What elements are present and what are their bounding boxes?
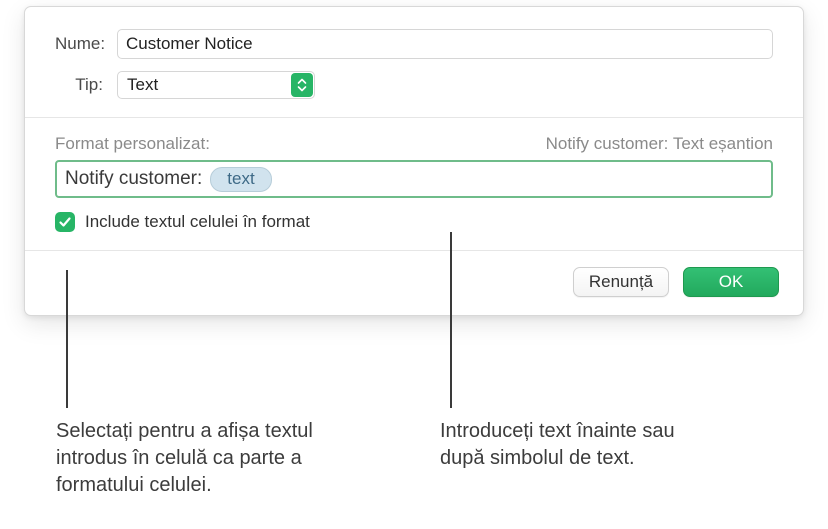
include-cell-text-checkbox[interactable] [55,212,75,232]
type-row: Tip: Text [25,65,803,118]
dialog-buttons: Renunță OK [25,251,803,315]
name-row: Nume: [25,7,803,65]
custom-format-dialog: Nume: Tip: Text Format personalizat: Not… [24,6,804,316]
callout-right: Introduceți text înainte sau după simbol… [440,418,680,472]
format-preview: Notify customer: Text eșantion [546,134,773,154]
format-header: Format personalizat: Notify customer: Te… [25,118,803,160]
callout-line-left [66,270,68,408]
type-label: Tip: [55,75,117,95]
ok-button[interactable]: OK [683,267,779,297]
format-field[interactable]: Notify customer: text [55,160,773,198]
callout-line-right [450,232,452,408]
callout-left: Selectați pentru a afișa textul introdus… [56,418,386,499]
type-select-value: Text [127,75,158,95]
cancel-button[interactable]: Renunță [573,267,669,297]
checkmark-icon [58,215,72,229]
dropdown-stepper-icon [291,73,313,97]
text-token[interactable]: text [210,167,271,192]
name-input[interactable] [117,29,773,59]
format-prefix-text: Notify customer: [63,168,202,190]
name-label: Nume: [55,34,117,54]
include-cell-text-row: Include textul celulei în format [25,212,803,251]
format-section-label: Format personalizat: [55,134,210,154]
type-select[interactable]: Text [117,71,315,99]
include-cell-text-label: Include textul celulei în format [85,212,310,232]
